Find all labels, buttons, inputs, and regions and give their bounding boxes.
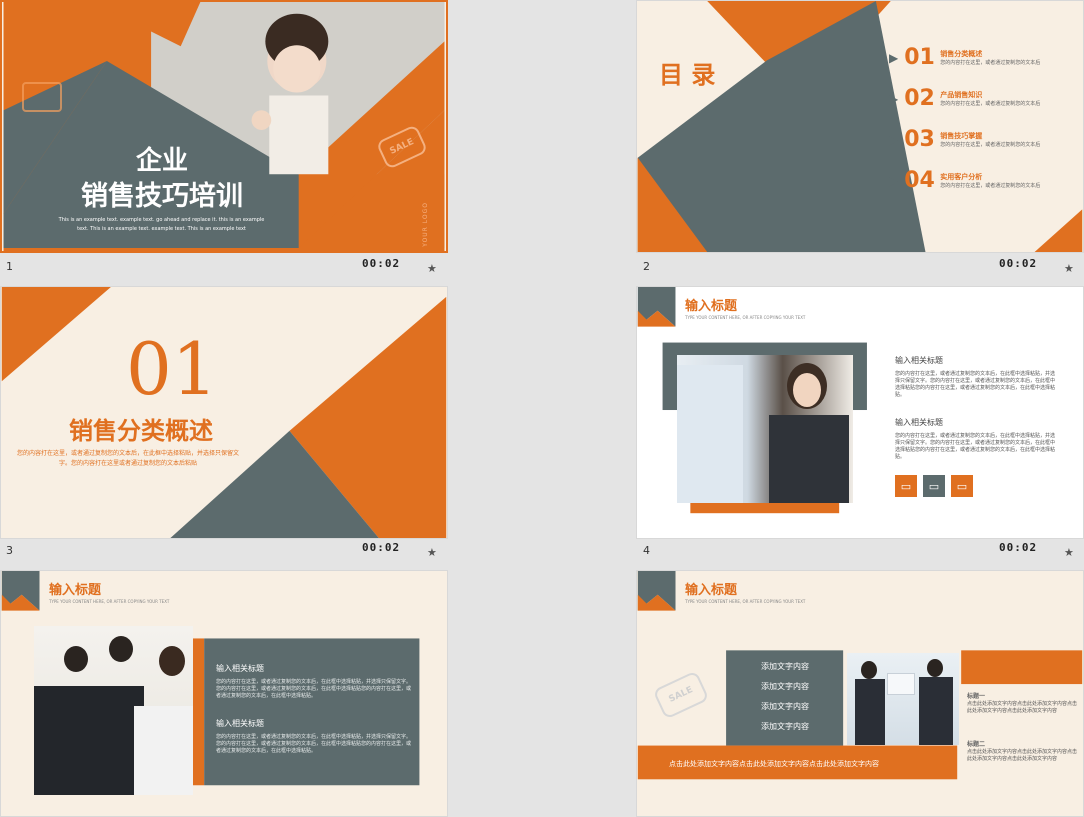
toc-title: 目 录	[659, 61, 716, 89]
slide-6-thumbnail[interactable]: 输入标题 TYPE YOUR CONTENT HERE, OR AFTER CO…	[636, 570, 1084, 817]
content-list-item[interactable]: 添加文字内容	[726, 677, 844, 697]
slide-1-background	[3, 2, 445, 251]
paragraph-1: 您的内容打在这里，或者通过复制您的文本后，在此框中选择粘贴，并选择只保留文字。您…	[216, 679, 412, 699]
slide-number-1: 1	[6, 260, 13, 273]
toc-sub-1: 您的内容打在这里，或者通过复制您的文本后	[940, 60, 1041, 66]
bottom-banner-text: 点击此处添加文字内容点击此处添加文字内容点击此处添加文字内容	[669, 760, 879, 768]
slide-timing-3: 00:02	[362, 541, 401, 554]
chat-icon[interactable]: ▭	[951, 475, 973, 497]
megaphone-icon	[22, 82, 62, 112]
content-list-item[interactable]: 添加文字内容	[726, 717, 844, 737]
heading-2: 输入相关标题	[216, 719, 264, 728]
animation-star-icon-4[interactable]: ★	[1064, 546, 1074, 559]
slide-subheader: TYPE YOUR CONTENT HERE, OR AFTER COPYING…	[685, 599, 806, 604]
toc-sub-2: 您的内容打在这里，或者通过复制您的文本后	[940, 101, 1041, 107]
slide-number-4: 4	[643, 544, 650, 557]
toc-sub-4: 您的内容打在这里，或者通过复制您的文本后	[940, 183, 1041, 189]
toc-num-2: 02	[904, 86, 935, 111]
play-arrow-icon: ▶	[889, 91, 899, 106]
sale-tag-text: SALE	[667, 685, 695, 705]
animation-star-icon-3[interactable]: ★	[427, 546, 437, 559]
slide-1-title-line1: 企业	[135, 146, 188, 176]
toc-item-4[interactable]: ▶ 04 实用客户分析 您的内容打在这里，或者通过复制您的文本后	[889, 160, 1079, 201]
toc-title-4: 实用客户分析	[940, 173, 983, 181]
slide-1-title-line2: 销售技巧培训	[81, 181, 243, 212]
paragraph-2: 您的内容打在这里，或者通过复制您的文本后，在此框中选择粘贴，并选择只保留文字。您…	[216, 734, 412, 754]
slide-subheader: TYPE YOUR CONTENT HERE, OR AFTER COPYING…	[49, 599, 170, 604]
slide-3-thumbnail[interactable]: 01 销售分类概述 您的内容打在这里，或者通过复制您的文本后，在此框中选择粘贴，…	[0, 286, 448, 539]
toc-num-4: 04	[904, 168, 935, 193]
content-list-item[interactable]: 添加文字内容	[726, 657, 844, 677]
toc-list: ▶ 01 销售分类概述 您的内容打在这里，或者通过复制您的文本后 ▶ 02 产品…	[889, 37, 1079, 201]
paragraph-1: 您的内容打在这里，或者通过复制您的文本后，在此框中选择粘贴，并选择只保留文字。您…	[895, 371, 1056, 398]
slide-number-3: 3	[6, 544, 13, 557]
handshake-photo	[847, 653, 959, 745]
slide-header: 输入标题	[685, 299, 738, 314]
play-arrow-icon: ▶	[889, 173, 899, 188]
heading-1: 输入相关标题	[216, 664, 264, 673]
toc-item-1[interactable]: ▶ 01 销售分类概述 您的内容打在这里，或者通过复制您的文本后	[889, 37, 1079, 78]
toc-item-3[interactable]: ▶ 03 销售技巧掌握 您的内容打在这里，或者通过复制您的文本后	[889, 119, 1079, 160]
paragraph-2: 您的内容打在这里，或者通过复制您的文本后，在此框中选择粘贴，并选择只保留文字。您…	[895, 433, 1056, 460]
animation-star-icon-2[interactable]: ★	[1064, 262, 1074, 275]
toc-item-2[interactable]: ▶ 02 产品销售知识 您的内容打在这里，或者通过复制您的文本后	[889, 78, 1079, 119]
slide-header: 输入标题	[49, 583, 102, 598]
content-list: 添加文字内容 添加文字内容 添加文字内容 添加文字内容	[726, 657, 844, 737]
logo-placeholder: YOUR LOGO	[422, 202, 429, 247]
play-arrow-icon: ▶	[889, 50, 899, 65]
heading-2: 输入相关标题	[895, 418, 943, 427]
label-2-text: 点击此处添加文字内容点击此处添加文字内容点击此处添加文字内容点击此处添加文字内容	[967, 749, 1078, 762]
toc-title-1: 销售分类概述	[940, 50, 983, 58]
slide-4-thumbnail[interactable]: 输入标题 TYPE YOUR CONTENT HERE, OR AFTER CO…	[636, 286, 1084, 539]
toc-num-3: 03	[904, 127, 935, 152]
label-2: 标题二	[967, 741, 986, 748]
animation-star-icon-1[interactable]: ★	[427, 262, 437, 275]
toc-sub-3: 您的内容打在这里，或者通过复制您的文本后	[940, 142, 1041, 148]
content-list-item[interactable]: 添加文字内容	[726, 697, 844, 717]
chat-icon[interactable]: ▭	[923, 475, 945, 497]
toc-title-2: 产品销售知识	[940, 91, 983, 99]
label-1-text: 点击此处添加文字内容点击此处添加文字内容点击此处添加文字内容点击此处添加文字内容	[967, 701, 1078, 714]
label-1: 标题一	[967, 693, 986, 700]
slide-2-thumbnail[interactable]: 目 录 ▶ 01 销售分类概述 您的内容打在这里，或者通过复制您的文本后 ▶ 0…	[636, 0, 1084, 253]
team-photo	[34, 626, 193, 795]
chat-icon[interactable]: ▭	[895, 475, 917, 497]
slide-1-description: This is an example text. example text. g…	[58, 217, 265, 232]
meeting-photo	[677, 355, 853, 503]
section-description: 您的内容打在这里，或者通过复制您的文本后，在此框中选择粘贴，并选择只保留文字。您…	[16, 450, 239, 467]
toc-title-3: 销售技巧掌握	[940, 132, 983, 140]
play-arrow-icon: ▶	[889, 132, 899, 147]
slide-timing-4: 00:02	[999, 541, 1038, 554]
toc-num-1: 01	[904, 45, 935, 70]
slide-1-thumbnail[interactable]: SALE 企业 销售技巧培训 This is an example text. …	[0, 0, 448, 253]
slide-timing-2: 00:02	[999, 257, 1038, 270]
slide-number-2: 2	[643, 260, 650, 273]
slide-3-background	[1, 287, 447, 538]
slide-timing-1: 00:02	[362, 257, 401, 270]
sale-tag-text: SALE	[388, 137, 416, 157]
heading-1: 输入相关标题	[895, 356, 943, 365]
slide-sorter: SALE 企业 销售技巧培训 This is an example text. …	[0, 0, 1084, 817]
slide-5-thumbnail[interactable]: 输入标题 TYPE YOUR CONTENT HERE, OR AFTER CO…	[0, 570, 448, 817]
section-number: 01	[126, 327, 218, 411]
section-title: 销售分类概述	[69, 417, 213, 445]
slide-subheader: TYPE YOUR CONTENT HERE, OR AFTER COPYING…	[685, 315, 806, 320]
slide-header: 输入标题	[685, 583, 738, 598]
